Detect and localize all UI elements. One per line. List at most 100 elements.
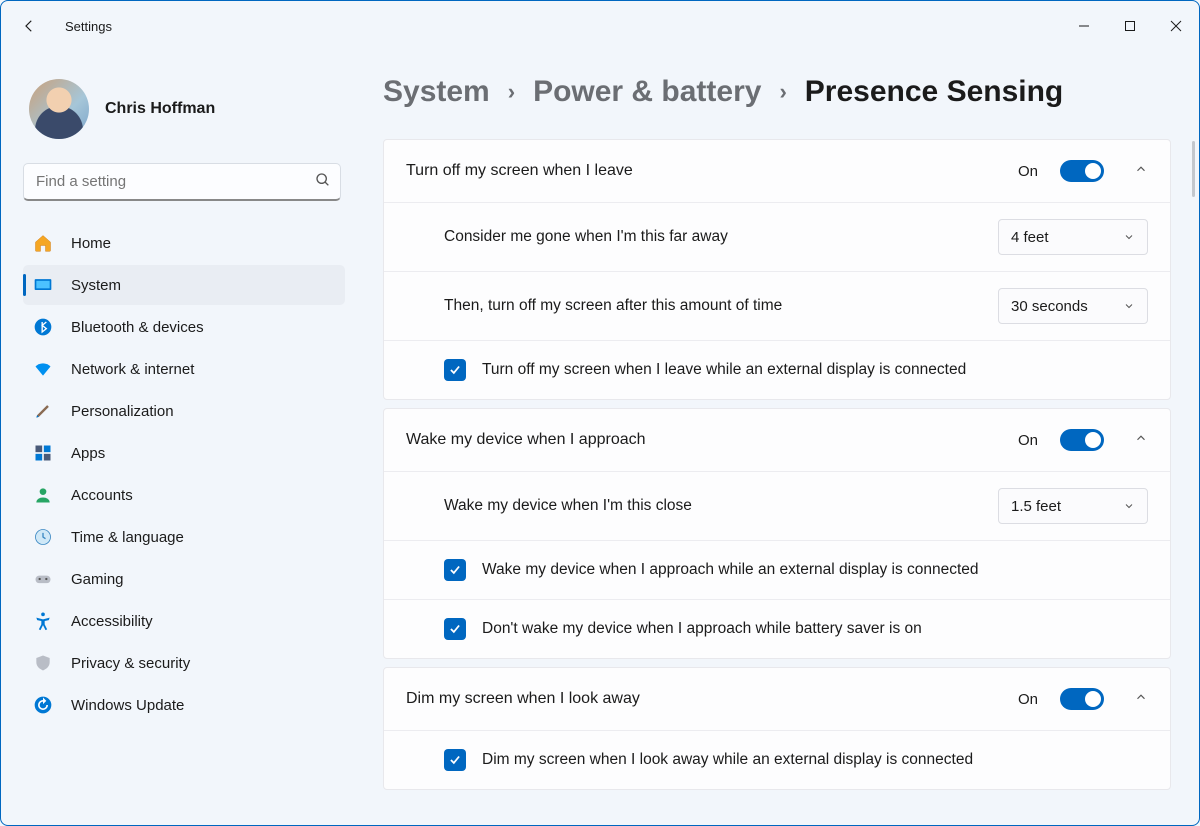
toggle-switch[interactable]	[1060, 688, 1104, 710]
distance-dropdown[interactable]: 4 feet	[998, 219, 1148, 255]
breadcrumb-system[interactable]: System	[383, 75, 490, 109]
system-icon	[33, 275, 53, 295]
sidebar-item-privacy[interactable]: Privacy & security	[23, 643, 345, 683]
sidebar-item-label: Home	[71, 235, 111, 252]
check-icon	[448, 622, 462, 636]
chevron-right-icon: ›	[779, 79, 786, 105]
setting-wake-distance: Wake my device when I'm this close 1.5 f…	[384, 471, 1170, 540]
setting-distance-away: Consider me gone when I'm this far away …	[384, 202, 1170, 271]
dropdown-value: 1.5 feet	[1011, 498, 1061, 515]
sidebar-item-label: System	[71, 277, 121, 294]
home-icon	[33, 233, 53, 253]
search-icon	[315, 172, 331, 192]
chevron-down-icon	[1123, 300, 1135, 312]
brush-icon	[33, 401, 53, 421]
checkbox-label: Turn off my screen when I leave while an…	[482, 361, 966, 379]
sidebar-item-label: Gaming	[71, 571, 124, 588]
check-icon	[448, 563, 462, 577]
main-panel: System › Power & battery › Presence Sens…	[361, 51, 1199, 825]
scrollbar-thumb[interactable]	[1192, 141, 1195, 197]
accessibility-icon	[33, 611, 53, 631]
sidebar-item-accessibility[interactable]: Accessibility	[23, 601, 345, 641]
toggle-state-label: On	[1018, 691, 1038, 708]
search-box[interactable]	[23, 163, 341, 201]
avatar	[29, 79, 89, 139]
dropdown-value: 4 feet	[1011, 229, 1049, 246]
sidebar-item-label: Time & language	[71, 529, 184, 546]
section-header[interactable]: Wake my device when I approach On	[384, 409, 1170, 471]
breadcrumb-power[interactable]: Power & battery	[533, 75, 761, 109]
setting-leave-external-display: Turn off my screen when I leave while an…	[384, 340, 1170, 399]
chevron-up-icon[interactable]	[1134, 690, 1148, 708]
dropdown-value: 30 seconds	[1011, 298, 1088, 315]
sidebar-item-personalization[interactable]: Personalization	[23, 391, 345, 431]
sidebar-item-bluetooth[interactable]: Bluetooth & devices	[23, 307, 345, 347]
setting-label: Then, turn off my screen after this amou…	[444, 297, 982, 315]
wake-distance-dropdown[interactable]: 1.5 feet	[998, 488, 1148, 524]
breadcrumb-presence: Presence Sensing	[805, 75, 1063, 109]
section-title: Wake my device when I approach	[406, 431, 1002, 449]
sidebar-nav: Home System Bluetooth & devices Network …	[23, 223, 345, 725]
chevron-right-icon: ›	[508, 79, 515, 105]
setting-label: Consider me gone when I'm this far away	[444, 228, 982, 246]
close-button[interactable]	[1153, 10, 1199, 42]
check-icon	[448, 753, 462, 767]
sidebar-item-system[interactable]: System	[23, 265, 345, 305]
toggle-state-label: On	[1018, 163, 1038, 180]
sidebar-item-gaming[interactable]: Gaming	[23, 559, 345, 599]
delay-dropdown[interactable]: 30 seconds	[998, 288, 1148, 324]
section-screen-off-leave: Turn off my screen when I leave On Consi…	[383, 139, 1171, 400]
setting-off-delay: Then, turn off my screen after this amou…	[384, 271, 1170, 340]
shield-icon	[33, 653, 53, 673]
checkbox-label: Wake my device when I approach while an …	[482, 561, 979, 579]
sidebar-item-label: Bluetooth & devices	[71, 319, 204, 336]
checkbox[interactable]	[444, 559, 466, 581]
toggle-switch[interactable]	[1060, 429, 1104, 451]
minimize-icon	[1078, 20, 1090, 32]
setting-wake-battery-saver: Don't wake my device when I approach whi…	[384, 599, 1170, 658]
chevron-down-icon	[1123, 231, 1135, 243]
toggle-state-label: On	[1018, 432, 1038, 449]
close-icon	[1170, 20, 1182, 32]
user-name: Chris Hoffman	[105, 100, 215, 118]
sidebar-item-time[interactable]: Time & language	[23, 517, 345, 557]
search-input[interactable]	[23, 163, 341, 201]
minimize-button[interactable]	[1061, 10, 1107, 42]
sidebar: Chris Hoffman Home System Bluetooth & de…	[1, 51, 361, 825]
sidebar-item-label: Accessibility	[71, 613, 153, 630]
checkbox[interactable]	[444, 618, 466, 640]
maximize-icon	[1124, 20, 1136, 32]
breadcrumb: System › Power & battery › Presence Sens…	[383, 75, 1171, 109]
checkbox-label: Don't wake my device when I approach whi…	[482, 620, 922, 638]
toggle-switch[interactable]	[1060, 160, 1104, 182]
sidebar-item-home[interactable]: Home	[23, 223, 345, 263]
section-title: Turn off my screen when I leave	[406, 162, 1002, 180]
sidebar-item-update[interactable]: Windows Update	[23, 685, 345, 725]
maximize-button[interactable]	[1107, 10, 1153, 42]
clock-icon	[33, 527, 53, 547]
person-icon	[33, 485, 53, 505]
setting-wake-external-display: Wake my device when I approach while an …	[384, 540, 1170, 599]
section-header[interactable]: Turn off my screen when I leave On	[384, 140, 1170, 202]
wifi-icon	[33, 359, 53, 379]
sidebar-item-network[interactable]: Network & internet	[23, 349, 345, 389]
app-title: Settings	[65, 19, 112, 34]
chevron-down-icon	[1123, 500, 1135, 512]
sidebar-item-label: Privacy & security	[71, 655, 190, 672]
checkbox[interactable]	[444, 359, 466, 381]
back-button[interactable]	[9, 6, 49, 46]
section-header[interactable]: Dim my screen when I look away On	[384, 668, 1170, 730]
titlebar: Settings	[1, 1, 1199, 51]
profile[interactable]: Chris Hoffman	[23, 63, 345, 163]
setting-dim-external-display: Dim my screen when I look away while an …	[384, 730, 1170, 789]
sidebar-item-apps[interactable]: Apps	[23, 433, 345, 473]
sidebar-item-label: Windows Update	[71, 697, 184, 714]
bluetooth-icon	[33, 317, 53, 337]
checkbox[interactable]	[444, 749, 466, 771]
chevron-up-icon[interactable]	[1134, 162, 1148, 180]
window-controls	[1061, 10, 1199, 42]
chevron-up-icon[interactable]	[1134, 431, 1148, 449]
sidebar-item-label: Personalization	[71, 403, 174, 420]
check-icon	[448, 363, 462, 377]
sidebar-item-accounts[interactable]: Accounts	[23, 475, 345, 515]
